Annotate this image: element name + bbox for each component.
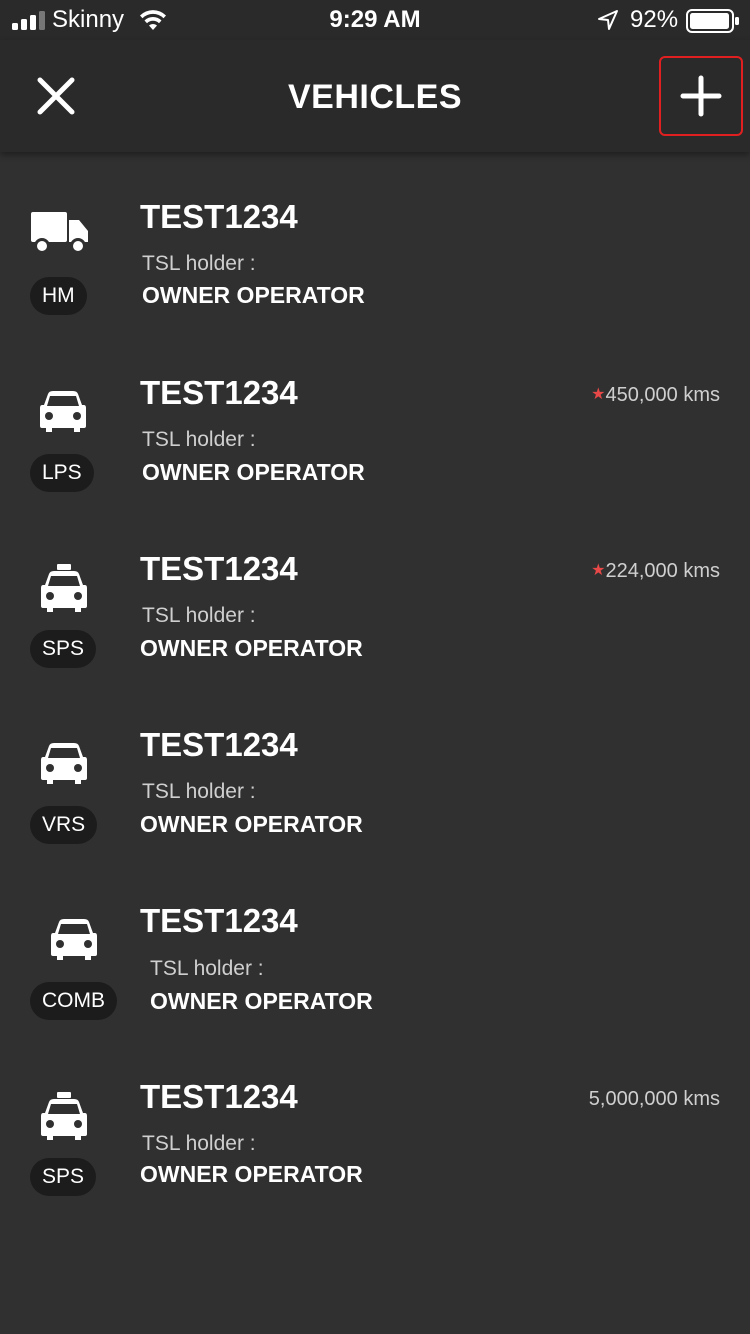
tsl-holder-label: TSL holder :: [142, 252, 256, 275]
truck-icon: [31, 212, 88, 254]
vehicle-kms: ★450,000 kms: [591, 384, 720, 406]
battery-icon: [686, 9, 739, 33]
tsl-holder-value: OWNER OPERATOR: [142, 459, 365, 485]
battery-percent: 92%: [630, 6, 679, 33]
vehicles-screen: Skinny 9:29 AM 92% VEHICLES HM TEST1234 …: [0, 0, 750, 1334]
vehicle-kms: 5,000,000 kms: [588, 1088, 720, 1110]
car-icon: [51, 919, 97, 960]
page-title: VEHICLES: [287, 78, 463, 116]
tsl-holder-value: OWNER OPERATOR: [142, 282, 365, 308]
vehicle-list-item[interactable]: HM TEST1234 TSL holder : OWNER OPERATOR: [0, 152, 750, 328]
taxi-icon: [41, 1092, 87, 1140]
car-icon: [40, 391, 86, 432]
vehicle-type-badge: VRS: [30, 806, 98, 844]
vehicle-kms: ★224,000 kms: [591, 560, 720, 582]
vehicle-type-badge: SPS: [30, 630, 97, 668]
star-icon: ★: [591, 562, 606, 579]
tsl-holder-value: OWNER OPERATOR: [140, 811, 363, 837]
taxi-icon: [41, 564, 87, 612]
vehicle-type-badge: COMB: [30, 982, 117, 1020]
vehicle-plate: TEST1234: [140, 550, 298, 587]
star-icon: ★: [591, 386, 606, 403]
vehicle-type-badge: HM: [30, 277, 87, 315]
add-vehicle-button[interactable]: [659, 56, 743, 136]
tsl-holder-value: OWNER OPERATOR: [150, 988, 373, 1014]
tsl-holder-value: OWNER OPERATOR: [140, 1161, 363, 1187]
carrier-label: Skinny: [52, 6, 125, 33]
vehicle-type-icon: [30, 212, 90, 254]
tsl-holder-value: OWNER OPERATOR: [140, 635, 363, 661]
vehicle-plate: TEST1234: [140, 726, 298, 763]
vehicle-list-item[interactable]: SPS TEST1234 ★224,000 kms TSL holder : O…: [0, 504, 750, 680]
tsl-holder-label: TSL holder :: [142, 780, 256, 803]
vehicle-plate: TEST1234: [140, 374, 298, 411]
location-arrow-icon: [598, 10, 618, 30]
plus-icon: [680, 75, 722, 117]
tsl-holder-label: TSL holder :: [142, 604, 256, 627]
vehicle-type-icon: [49, 918, 99, 960]
nav-bar: VEHICLES: [0, 40, 750, 152]
signal-icon: [12, 11, 45, 30]
status-bar: Skinny 9:29 AM 92%: [0, 0, 750, 40]
car-icon: [41, 743, 87, 784]
vehicle-plate: TEST1234: [140, 198, 298, 235]
close-button[interactable]: [28, 68, 84, 124]
vehicle-plate: TEST1234: [140, 902, 298, 939]
vehicle-type-icon: [39, 564, 89, 612]
vehicle-plate: TEST1234: [140, 1078, 298, 1115]
tsl-holder-label: TSL holder :: [150, 957, 264, 980]
vehicle-type-icon: [39, 742, 89, 784]
vehicle-type-badge: SPS: [30, 1158, 97, 1196]
vehicle-type-icon: [39, 1092, 89, 1140]
tsl-holder-label: TSL holder :: [142, 1132, 256, 1155]
vehicle-list-item[interactable]: VRS TEST1234 TSL holder : OWNER OPERATOR: [0, 680, 750, 856]
vehicle-type-icon: [38, 390, 88, 432]
close-icon: [37, 77, 75, 115]
tsl-holder-label: TSL holder :: [142, 428, 256, 451]
vehicle-list-item[interactable]: LPS TEST1234 ★450,000 kms TSL holder : O…: [0, 328, 750, 504]
wifi-icon: [140, 10, 166, 30]
vehicle-type-badge: LPS: [30, 454, 94, 492]
vehicle-list-item[interactable]: COMB TEST1234 TSL holder : OWNER OPERATO…: [0, 856, 750, 1032]
vehicle-list-item[interactable]: SPS TEST1234 5,000,000 kms TSL holder : …: [0, 1032, 750, 1208]
